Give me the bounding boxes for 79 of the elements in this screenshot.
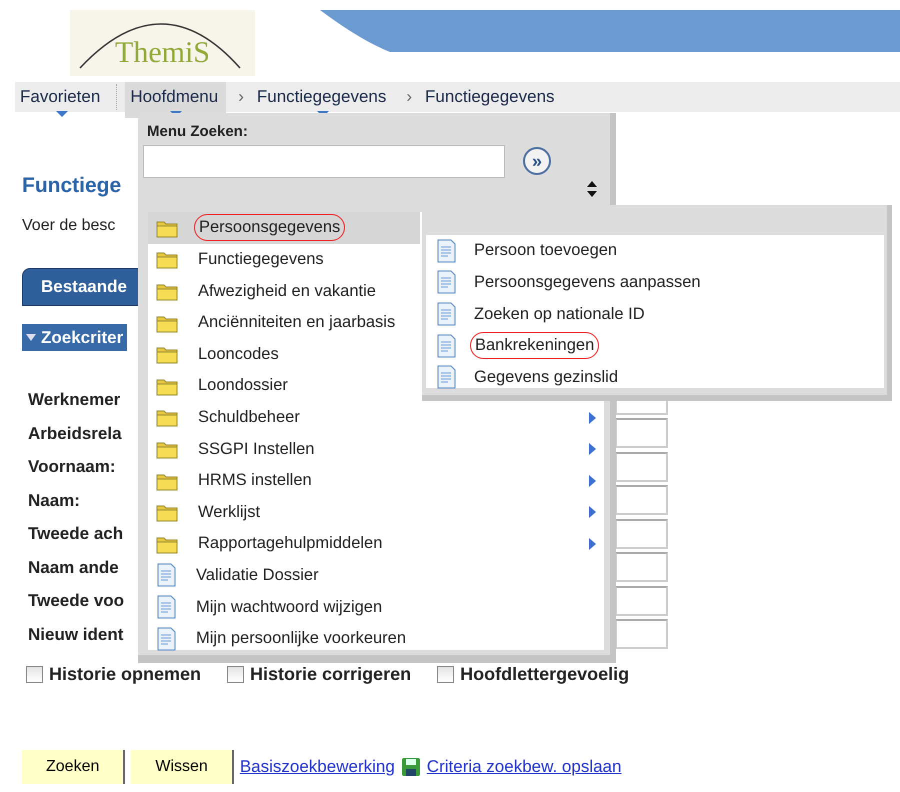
submenu-item-label: Persoonsgegevens aanpassen [473, 272, 702, 294]
checkbox-label: Hoofdlettergevoelig [460, 663, 630, 686]
menu-item[interactable]: HRMS instellen [148, 464, 604, 496]
field-label: Naam ande [28, 558, 119, 576]
menu-item-label: Schuldbeheer [197, 406, 301, 428]
document-icon [436, 270, 456, 294]
section-header[interactable]: Zoekcriter [22, 324, 128, 351]
menu-item-label: Anciënniteiten en jaarbasis [197, 312, 396, 334]
document-icon [436, 302, 456, 326]
menu-item-label: Rapportagehulpmiddelen [197, 533, 384, 554]
submenu-item-label: Gegevens gezinslid [473, 366, 620, 388]
input-field[interactable] [615, 418, 668, 448]
document-icon [436, 238, 456, 263]
menu-item-label: Looncodes [197, 344, 280, 365]
checkbox[interactable] [437, 666, 454, 683]
checkbox-label: Historie opnemen [49, 663, 202, 686]
menu-item-label: Werklijst [197, 502, 262, 523]
submenu-item[interactable]: Persoon toevoegen [426, 235, 884, 267]
field-label: Tweede voo [28, 591, 124, 610]
menu-item[interactable]: Schuldbeheer [148, 402, 604, 434]
document-icon [436, 334, 456, 358]
instruction-text: Voer de besc [22, 217, 116, 234]
menu-item[interactable]: Validatie Dossier [148, 560, 604, 592]
nav-menu-item[interactable]: Favorieten [15, 82, 108, 118]
breadcrumb-separator: › [237, 86, 245, 108]
menu-item-label: SSGPI Instellen [197, 438, 316, 460]
menu-item[interactable]: Mijn wachtwoord wijzigen [148, 591, 604, 623]
document-icon [156, 626, 176, 651]
submenu-item-label: Bankrekeningen [470, 332, 600, 359]
menu-item-label: Functiegegevens [197, 249, 325, 270]
checkbox-label: Historie corrigeren [250, 663, 412, 686]
document-icon [156, 594, 176, 619]
logo: ThemiS [70, 10, 255, 76]
menu-item[interactable]: SSGPI Instellen [148, 433, 604, 465]
submenu-item-label: Zoeken op nationale ID [473, 304, 646, 325]
menu-item-label: Loondossier [197, 375, 289, 396]
go-button[interactable]: » [523, 147, 551, 175]
input-field[interactable] [615, 452, 668, 482]
submenu-item[interactable]: Gegevens gezinslid [426, 361, 884, 393]
section-title: Zoekcriter [41, 326, 124, 348]
field-label: Arbeidsrela [28, 424, 122, 442]
input-field[interactable] [615, 518, 668, 549]
clear-button[interactable]: Wissen [131, 750, 234, 784]
document-icon [436, 365, 456, 390]
submenu-item[interactable]: Persoonsgegevens aanpassen [426, 266, 884, 298]
link[interactable]: Criteria zoekbew. opslaan [426, 754, 622, 780]
sort-icon [586, 181, 598, 197]
submenu-item[interactable]: Bankrekeningen [426, 330, 884, 362]
menu-item[interactable]: Mijn persoonlijke voorkeuren [148, 622, 604, 654]
breadcrumb-separator: › [405, 86, 414, 108]
menu-item-label: Persoonsgegevens [194, 214, 346, 242]
document-icon [156, 563, 176, 588]
menu-item-label: Afwezigheid en vakantie [197, 280, 377, 302]
menu-item-label: Mijn persoonlijke voorkeuren [195, 628, 408, 650]
field-label: Voornaam: [28, 457, 116, 476]
input-field[interactable] [615, 552, 668, 582]
checkbox[interactable] [26, 666, 43, 683]
menu-search-field[interactable] [143, 145, 505, 178]
link[interactable]: Basiszoekbewerking [240, 754, 395, 780]
menu-item[interactable]: Werklijst [148, 496, 604, 528]
menu-item-label: HRMS instellen [197, 470, 313, 492]
search-label: Menu Zoeken: [147, 122, 249, 142]
menu-item[interactable]: Rapportagehulpmiddelen [148, 528, 604, 560]
field-label: Nieuw ident [28, 624, 124, 644]
search-button[interactable]: Zoeken [22, 750, 126, 784]
menu-item-label: Validatie Dossier [195, 564, 320, 586]
checkbox[interactable] [227, 666, 244, 683]
menu-item-label: Mijn wachtwoord wijzigen [195, 596, 384, 618]
menu-item[interactable]: Persoonsgegevens [148, 212, 420, 244]
collapse-icon [26, 334, 36, 341]
input-field[interactable] [615, 485, 668, 516]
field-label: Werknemer [28, 390, 120, 409]
field-label: Naam: [28, 490, 80, 510]
input-field[interactable] [615, 586, 668, 616]
page-title: Functiege [22, 174, 122, 197]
field-label: Tweede ach [28, 524, 124, 543]
submenu-item-label: Persoon toevoegen [473, 240, 618, 262]
input-field[interactable] [615, 619, 668, 650]
submenu-item[interactable]: Zoeken op nationale ID [426, 298, 884, 330]
